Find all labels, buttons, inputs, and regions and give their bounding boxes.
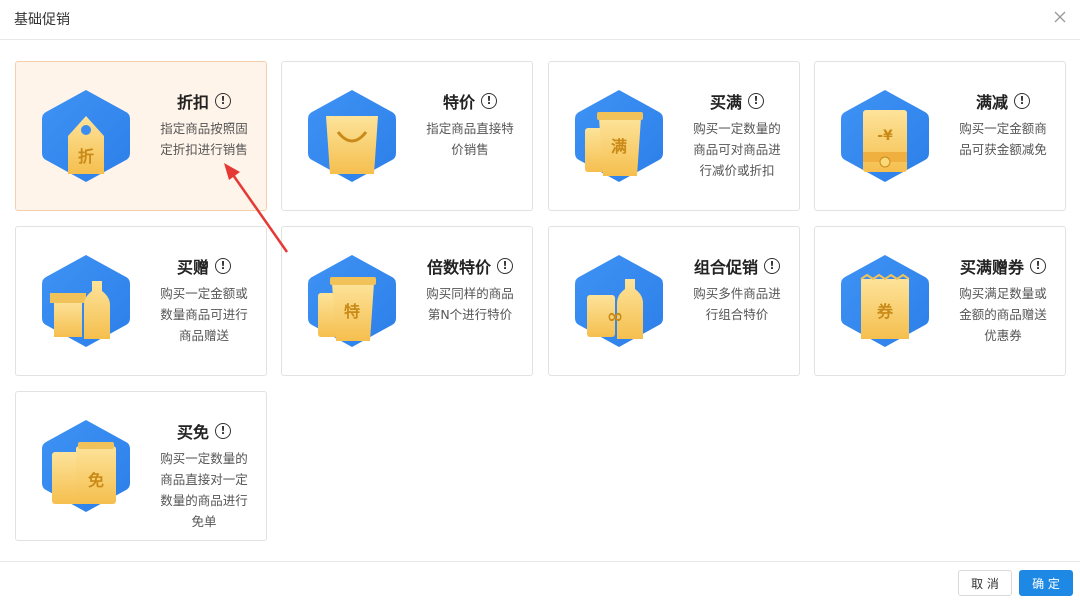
card-desc-line: 行减价或折扣 — [699, 163, 775, 178]
card-desc-line: 指定商品直接特 — [426, 121, 514, 136]
card-text: 特价! 指定商品直接特 价销售 — [418, 90, 522, 160]
card-desc-line: 指定商品按照固 — [160, 121, 248, 136]
card-title-row: 折扣! — [152, 90, 256, 112]
card-desc-line: 数量的商品进行 — [160, 493, 248, 508]
card-desc-line: 数量商品可进行 — [160, 307, 248, 322]
card-title: 特价 — [442, 93, 475, 112]
info-icon[interactable]: ! — [1030, 258, 1046, 274]
promotion-card-8[interactable]: 券 买满赠券! 购买满足数量或 金额的商品赠送 优惠券 — [814, 226, 1066, 376]
card-desc-line: 购买满足数量或 — [959, 286, 1047, 301]
card-desc-line: 定折扣进行销售 — [160, 142, 248, 157]
info-icon[interactable]: ! — [215, 258, 231, 274]
card-desc-line: 免单 — [191, 514, 217, 529]
card-title-row: 买赠! — [152, 255, 256, 277]
close-icon[interactable] — [1052, 9, 1068, 25]
card-title-row: 组合促销! — [685, 255, 789, 277]
cups-icon: 满 — [575, 90, 663, 182]
info-icon[interactable]: ! — [215, 93, 231, 109]
dialog-footer: 取 消 确 定 — [0, 561, 1080, 602]
card-desc-line: 商品赠送 — [178, 328, 229, 343]
svg-text:券: 券 — [876, 302, 894, 321]
card-title: 买免 — [176, 423, 209, 442]
card-text: 买满! 购买一定数量的 商品可对商品进 行减价或折扣 — [685, 90, 789, 181]
svg-text:∞: ∞ — [607, 304, 624, 328]
card-title-row: 倍数特价! — [418, 255, 522, 277]
promotion-card-2[interactable]: 特价! 指定商品直接特 价销售 — [281, 61, 533, 211]
card-description: 购买一定数量的 商品直接对一定 数量的商品进行 免单 — [152, 448, 256, 532]
card-text: 买免! 购买一定数量的 商品直接对一定 数量的商品进行 免单 — [152, 420, 256, 532]
card-desc-line: 购买同样的商品 — [426, 286, 514, 301]
card-description: 指定商品按照固 定折扣进行销售 — [152, 118, 256, 160]
info-icon[interactable]: ! — [481, 93, 497, 109]
card-description: 购买一定金额商 品可获金额减免 — [951, 118, 1055, 160]
svg-text:满: 满 — [611, 137, 627, 156]
card-description: 购买一定数量的 商品可对商品进 行减价或折扣 — [685, 118, 789, 181]
dialog-title: 基础促销 — [14, 12, 70, 28]
info-icon[interactable]: ! — [1014, 93, 1030, 109]
card-title-row: 特价! — [418, 90, 522, 112]
card-title: 满减 — [975, 93, 1008, 112]
card-title: 折扣 — [176, 93, 209, 112]
card-title-row: 买满赠券! — [951, 255, 1055, 277]
cancel-button[interactable]: 取 消 — [958, 570, 1012, 596]
card-desc-line: 购买一定数量的 — [693, 121, 781, 136]
card-title-row: 买满! — [685, 90, 789, 112]
coupon-icon: 券 — [841, 255, 929, 347]
dialog-header: 基础促销 — [0, 0, 1080, 40]
card-desc-line: 购买一定金额商 — [959, 121, 1047, 136]
bottles-combo-icon: ∞ — [575, 255, 663, 347]
money-envelope-icon: -¥ — [841, 90, 929, 182]
promotion-card-4[interactable]: -¥ 满减! 购买一定金额商 品可获金额减免 — [814, 61, 1066, 211]
promotion-card-3[interactable]: 满 买满! 购买一定数量的 商品可对商品进 行减价或折扣 — [548, 61, 800, 211]
svg-text:特: 特 — [344, 302, 360, 321]
card-desc-line: 购买一定金额或 — [160, 286, 248, 301]
card-desc-line: 价销售 — [451, 142, 489, 157]
card-description: 购买一定金额或 数量商品可进行 商品赠送 — [152, 283, 256, 346]
card-desc-line: 行组合特价 — [705, 307, 769, 322]
card-text: 买赠! 购买一定金额或 数量商品可进行 商品赠送 — [152, 255, 256, 346]
card-title: 组合促销 — [693, 258, 758, 277]
card-desc-line: 购买多件商品进 — [693, 286, 781, 301]
card-text: 买满赠券! 购买满足数量或 金额的商品赠送 优惠券 — [951, 255, 1055, 346]
card-text: 满减! 购买一定金额商 品可获金额减免 — [951, 90, 1055, 160]
card-description: 指定商品直接特 价销售 — [418, 118, 522, 160]
card-desc-line: 品可获金额减免 — [959, 142, 1047, 157]
card-text: 组合促销! 购买多件商品进 行组合特价 — [685, 255, 789, 325]
free-bags-icon: 免 — [42, 420, 130, 512]
promotion-card-6[interactable]: 特 倍数特价! 购买同样的商品 第N个进行特价 — [281, 226, 533, 376]
card-title-row: 满减! — [951, 90, 1055, 112]
svg-text:免: 免 — [88, 471, 104, 490]
promotion-card-1[interactable]: 折 折扣! 指定商品按照固 定折扣进行销售 — [15, 61, 267, 211]
card-description: 购买同样的商品 第N个进行特价 — [418, 283, 522, 325]
svg-text:-¥: -¥ — [877, 128, 893, 144]
card-description: 购买多件商品进 行组合特价 — [685, 283, 789, 325]
gift-bottle-icon — [42, 255, 130, 347]
info-icon[interactable]: ! — [764, 258, 780, 274]
card-title: 倍数特价 — [426, 258, 491, 277]
info-icon[interactable]: ! — [748, 93, 764, 109]
card-text: 倍数特价! 购买同样的商品 第N个进行特价 — [418, 255, 522, 325]
card-desc-line: 商品直接对一定 — [160, 472, 248, 487]
confirm-button[interactable]: 确 定 — [1019, 570, 1073, 596]
promotion-card-5[interactable]: 买赠! 购买一定金额或 数量商品可进行 商品赠送 — [15, 226, 267, 376]
card-title: 买赠 — [176, 258, 209, 277]
cups-icon: 特 — [308, 255, 396, 347]
card-desc-line: 金额的商品赠送 — [959, 307, 1047, 322]
card-desc-line: 购买一定数量的 — [160, 451, 248, 466]
card-title-row: 买免! — [152, 420, 256, 442]
card-description: 购买满足数量或 金额的商品赠送 优惠券 — [951, 283, 1055, 346]
info-icon[interactable]: ! — [215, 423, 231, 439]
promotion-card-7[interactable]: ∞ 组合促销! 购买多件商品进 行组合特价 — [548, 226, 800, 376]
info-icon[interactable]: ! — [497, 258, 513, 274]
card-desc-line: 第N个进行特价 — [427, 307, 513, 322]
card-text: 折扣! 指定商品按照固 定折扣进行销售 — [152, 90, 256, 160]
card-desc-line: 优惠券 — [984, 328, 1022, 343]
shopping-bag-icon — [308, 90, 396, 182]
card-desc-line: 商品可对商品进 — [693, 142, 781, 157]
card-title: 买满赠券 — [959, 258, 1024, 277]
tag-icon: 折 — [42, 90, 130, 182]
card-title: 买满 — [709, 93, 742, 112]
svg-text:折: 折 — [78, 147, 94, 166]
promotion-card-9[interactable]: 免 买免! 购买一定数量的 商品直接对一定 数量的商品进行 免单 — [15, 391, 267, 541]
